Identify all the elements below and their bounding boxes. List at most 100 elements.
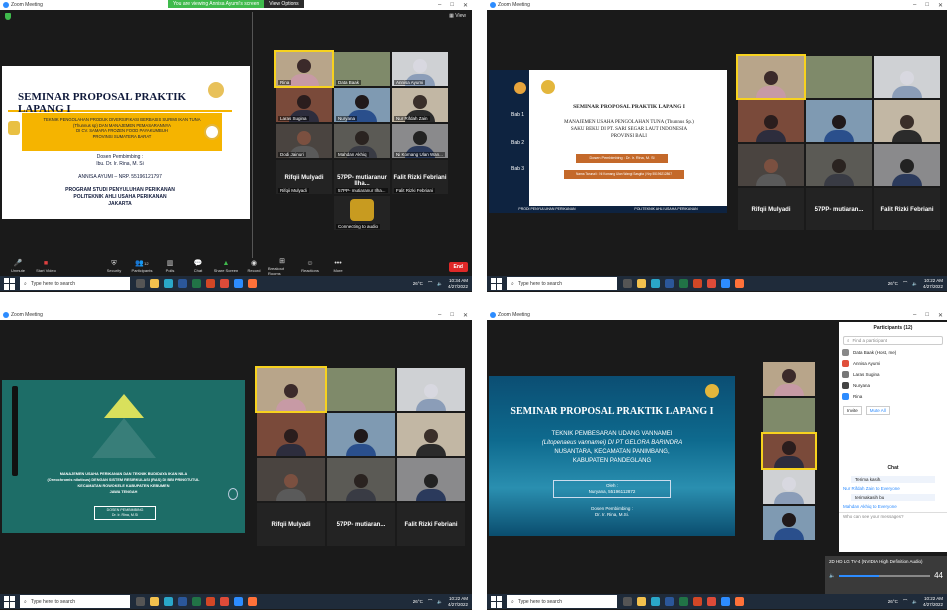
clock[interactable]: 10:22 AM 4/27/2022 [448,596,468,608]
video-tile[interactable] [738,144,804,186]
participant-row[interactable]: Rina [839,391,947,402]
polls-button[interactable]: ▥ Polls [156,260,184,273]
close-icon[interactable]: ✕ [463,312,468,319]
video-tile[interactable]: Data Baak [334,52,390,86]
taskbar-search[interactable]: ⌕ Type here to search [507,595,617,608]
weather-temp[interactable]: 26°C [888,281,898,286]
video-tile[interactable] [397,413,465,456]
more-button[interactable]: ••• More [324,260,352,273]
video-tile[interactable] [806,56,872,98]
word-icon[interactable] [665,279,674,288]
chat-input[interactable]: Who can see your messages? [839,512,947,520]
firefox-icon[interactable] [735,597,744,606]
video-tile[interactable]: Falit Rizki Febriani [397,503,465,546]
task-view-icon[interactable] [136,279,145,288]
firefox-icon[interactable] [248,597,257,606]
view-options-button[interactable]: View Options [264,0,304,8]
powerpoint-icon[interactable] [206,597,215,606]
taskbar-search[interactable]: ⌕ Type here to search [507,277,617,290]
video-tile[interactable] [257,458,325,501]
video-tile[interactable]: 57PP- mutiaranur Ilha... 57PP- mutiaranur… [334,160,390,194]
edge-icon[interactable] [651,279,660,288]
maximize-icon[interactable]: □ [925,2,929,9]
weather-temp[interactable]: 26°C [888,599,898,604]
taskbar-search[interactable]: ⌕ Type here to search [20,595,130,608]
share-screen-button[interactable]: ▲ Share Screen [212,260,240,273]
video-tile[interactable] [327,413,395,456]
video-tile[interactable]: Dodi Jainuri [276,124,332,158]
word-icon[interactable] [178,597,187,606]
chrome-icon[interactable] [707,279,716,288]
video-tile[interactable]: Nur Rifdah Zain [392,88,448,122]
unmute-button[interactable]: 🎤 Unmute [4,260,32,273]
start-video-button[interactable]: ■ Start Video [32,260,60,273]
edge-icon[interactable] [651,597,660,606]
maximize-icon[interactable]: □ [450,312,454,319]
video-tile[interactable] [327,368,395,411]
clock[interactable]: 10:22 AM 4/27/2022 [923,596,943,608]
network-icon[interactable]: ⌒ [903,281,908,287]
task-view-icon[interactable] [136,597,145,606]
windows-start-icon[interactable] [491,595,503,608]
excel-icon[interactable] [679,597,688,606]
zoom-app-icon[interactable] [721,279,730,288]
video-tile[interactable] [874,144,940,186]
video-tile[interactable] [257,413,325,456]
participant-row[interactable]: Nuryana [839,380,947,391]
video-tile[interactable] [763,470,815,504]
security-button[interactable]: ⛨ Security [100,260,128,273]
video-tile[interactable]: Mahdan Akhiq [334,124,390,158]
video-tile[interactable]: 57PP- mutiaran... [806,188,872,230]
video-tile[interactable]: 57PP- mutiaran... [327,503,395,546]
end-button[interactable]: End [448,261,468,272]
volume-icon[interactable]: 🔈 [912,281,918,287]
windows-start-icon[interactable] [4,595,16,608]
video-tile[interactable] [763,398,815,432]
speaker-icon[interactable]: 🔈 [829,573,835,579]
video-tile[interactable] [327,458,395,501]
weather-temp[interactable]: 26°C [413,599,423,604]
video-tile[interactable]: Rina [274,50,334,88]
zoom-app-icon[interactable] [234,597,243,606]
network-icon[interactable]: ⌒ [428,281,433,287]
mute-all-button[interactable]: Mute All [865,406,890,415]
minimize-icon[interactable]: – [438,312,441,319]
windows-start-icon[interactable] [491,277,503,290]
chrome-icon[interactable] [707,597,716,606]
maximize-icon[interactable]: □ [450,2,454,9]
zoom-app-icon[interactable] [721,597,730,606]
video-tile[interactable] [761,432,817,470]
word-icon[interactable] [665,597,674,606]
participants-button[interactable]: 👥12 Participants [128,260,156,273]
view-button[interactable]: ▦ View [449,13,466,19]
chat-button[interactable]: 💬 Chat [184,260,212,273]
video-tile[interactable] [874,56,940,98]
video-tile[interactable] [806,144,872,186]
video-tile[interactable] [397,368,465,411]
weather-temp[interactable]: 26°C [413,281,423,286]
participant-row[interactable]: Annisa Ayumi [839,358,947,369]
volume-icon[interactable]: 🔈 [912,599,918,605]
edge-icon[interactable] [164,597,173,606]
video-tile[interactable] [255,366,327,413]
task-view-icon[interactable] [623,597,632,606]
taskbar-search[interactable]: ⌕ Type here to search [20,277,130,290]
video-tile[interactable]: Ni Komang Ulan Wan... [392,124,448,158]
volume-icon[interactable]: 🔈 [437,281,443,287]
network-icon[interactable]: ⌒ [903,599,908,605]
volume-slider[interactable] [839,574,931,577]
clock[interactable]: 10:34 AM 4/27/2022 [448,278,468,290]
audio-device[interactable]: 2D HD LG TV-4 (NVIDIA High Definition Au… [825,556,947,567]
file-explorer-icon[interactable] [637,597,646,606]
powerpoint-icon[interactable] [693,597,702,606]
minimize-icon[interactable]: – [438,2,441,9]
video-tile[interactable] [738,100,804,142]
participant-row[interactable]: Data Baak (Host, me) [839,347,947,358]
network-icon[interactable]: ⌒ [428,599,433,605]
volume-icon[interactable]: 🔈 [437,599,443,605]
video-tile[interactable]: Nuryana [334,88,390,122]
video-tile[interactable]: Falit Rizki Febriani [874,188,940,230]
windows-start-icon[interactable] [4,277,16,290]
minimize-icon[interactable]: – [913,312,916,319]
file-explorer-icon[interactable] [150,279,159,288]
